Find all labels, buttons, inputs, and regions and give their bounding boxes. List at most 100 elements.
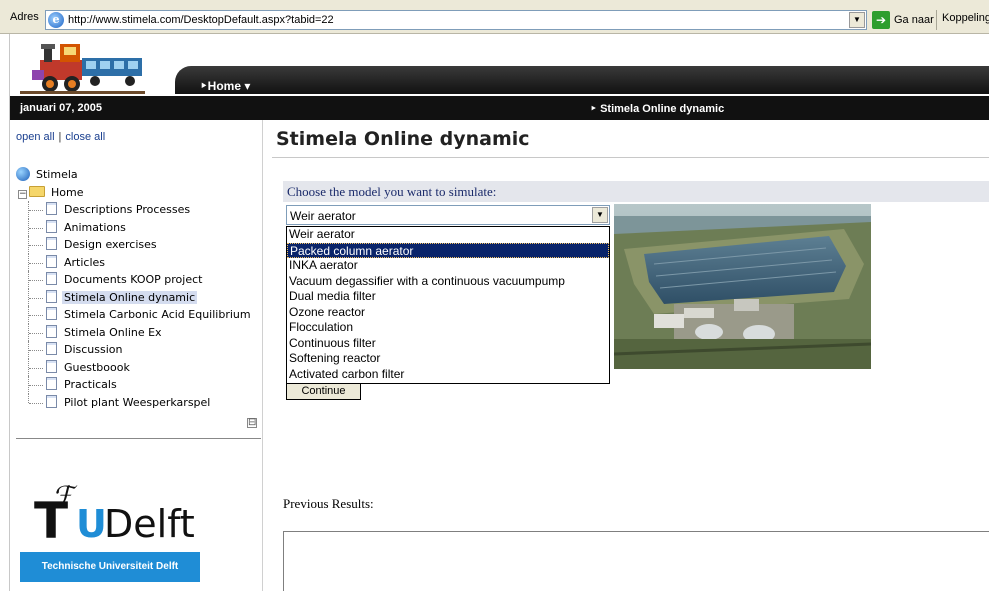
model-select[interactable]: Weir aerator ▼ — [286, 205, 610, 225]
breadcrumb[interactable]: ‣ Stimela Online dynamic — [590, 102, 724, 115]
go-button[interactable]: ➔ Ga naar — [872, 11, 934, 29]
tree-connector-branch — [29, 227, 43, 229]
tree-connector-branch — [29, 315, 43, 316]
close-all-link[interactable]: close all — [65, 131, 105, 143]
tree-connector-branch — [29, 245, 43, 246]
current-date: januari 07, 2005 — [20, 102, 102, 114]
tree-connector-branch — [29, 210, 43, 211]
address-url[interactable]: http://www.stimela.com/DesktopDefault.as… — [68, 14, 334, 26]
sidebar-item[interactable]: Pilot plant Weesperkarspel — [16, 393, 266, 412]
sidebar-item-label: Stimela Online Ex — [64, 325, 162, 339]
separator: | — [58, 131, 62, 143]
sidebar-item-label: Discussion — [64, 343, 123, 356]
sidebar-item[interactable]: Stimela Carbonic Acid Equilibrium — [16, 306, 266, 324]
go-label: Ga naar — [894, 14, 934, 26]
folder-open-icon — [29, 185, 45, 197]
tree-connector-line — [28, 393, 29, 403]
model-option[interactable]: Packed column aerator — [287, 242, 609, 258]
logo-letter-u: U — [76, 502, 107, 546]
logo-letter-t: T — [34, 492, 69, 550]
sidebar-item-label: Documents KOOP project — [64, 273, 203, 286]
model-option[interactable]: Activated carbon filter — [287, 367, 609, 383]
sidebar-item[interactable]: Articles — [16, 253, 266, 271]
document-icon — [46, 237, 57, 250]
model-dropdown-list: Weir aerator Packed column aerator INKA ae… — [286, 226, 610, 384]
tree-connector-branch — [29, 402, 43, 404]
go-arrow-icon: ➔ — [872, 11, 890, 29]
previous-results-label: Previous Results: — [283, 496, 374, 511]
ie-page-icon: e — [48, 12, 64, 28]
site-banner: ‣Home ▾ — [10, 34, 989, 96]
logo-delft: Delft — [104, 502, 195, 546]
sidebar-item[interactable]: Stimela Online Ex — [16, 323, 266, 341]
address-input[interactable]: e http://www.stimela.com/DesktopDefault.… — [45, 10, 867, 30]
continue-button[interactable]: Continue — [286, 383, 361, 400]
treatment-plant-photo — [614, 204, 871, 369]
site-tree: Stimela − Home Descriptions Processes Anim… — [16, 166, 266, 411]
model-option[interactable]: Continuous filter — [287, 336, 609, 352]
document-icon — [46, 307, 57, 320]
sidebar-item[interactable]: Guestboook — [16, 358, 266, 376]
previous-results-box — [283, 531, 989, 591]
tree-children: Descriptions Processes Animations Design e… — [16, 201, 266, 411]
document-icon — [46, 342, 57, 355]
sidebar-item[interactable]: Stimela Online dynamic — [16, 288, 266, 306]
tree-connector-branch — [29, 297, 43, 299]
model-option[interactable]: Flocculation — [287, 320, 609, 336]
open-all-link[interactable]: open all — [16, 131, 55, 143]
tree-item-label: Home — [51, 185, 84, 199]
model-select-value: Weir aerator — [290, 209, 356, 223]
choose-model-label: Choose the model you want to simulate: — [287, 184, 497, 199]
model-option[interactable]: Weir aerator — [287, 227, 609, 243]
chevron-down-icon[interactable]: ▼ — [592, 207, 608, 223]
document-icon — [46, 394, 57, 408]
tree-item-home[interactable]: − Home — [16, 184, 266, 202]
sidebar-item-label: Animations — [64, 220, 126, 234]
model-option[interactable]: Ozone reactor — [287, 305, 609, 321]
sidebar-item[interactable]: Descriptions Processes — [16, 201, 266, 219]
sidebar-item-label: Stimela Carbonic Acid Equilibrium — [64, 308, 251, 321]
document-icon — [46, 254, 57, 268]
choose-model-bar: Choose the model you want to simulate: — [283, 181, 989, 202]
model-option[interactable]: INKA aerator — [287, 258, 609, 274]
sidebar-item[interactable]: Discussion — [16, 341, 266, 359]
sidebar-item-label: Guestboook — [64, 360, 130, 374]
address-dropdown-icon[interactable]: ▼ — [849, 12, 865, 28]
sidebar: open all | close all Stimela − Home Descrip… — [10, 120, 265, 591]
sidebar-divider — [16, 438, 261, 439]
sidebar-item-label: Articles — [64, 255, 106, 269]
links-button[interactable]: Koppelingen — [942, 12, 989, 24]
globe-icon — [16, 167, 30, 181]
tree-connector-branch — [29, 332, 43, 334]
tree-connector-branch — [29, 367, 43, 369]
sidebar-item-label: Stimela Online dynamic — [62, 290, 198, 304]
tree-connector-branch — [29, 385, 43, 386]
address-label: Adres — [10, 11, 39, 23]
sidebar-border — [262, 120, 263, 591]
sidebar-item-label: Descriptions Processes — [64, 203, 191, 216]
sidebar-item[interactable]: Practicals — [16, 376, 266, 394]
model-option[interactable]: Vacuum degassifier with a continuous vac… — [287, 274, 609, 290]
document-icon — [46, 377, 57, 390]
tree-toggle-links: open all | close all — [16, 131, 105, 143]
model-option[interactable]: Softening reactor — [287, 351, 609, 367]
address-bar: Adres e http://www.stimela.com/DesktopDe… — [0, 0, 989, 34]
collapse-node-icon[interactable]: − — [18, 189, 27, 199]
date-bar: januari 07, 2005 ‣ Stimela Online dynami… — [10, 96, 989, 120]
tree-root[interactable]: Stimela — [16, 166, 266, 184]
document-icon — [46, 289, 57, 303]
sidebar-item[interactable]: Animations — [16, 218, 266, 236]
document-icon — [46, 324, 57, 338]
home-menu[interactable]: ‣Home ▾ — [200, 79, 250, 93]
model-option[interactable]: Dual media filter — [287, 289, 609, 305]
sidebar-item[interactable]: Documents KOOP project — [16, 271, 266, 289]
sidebar-item[interactable]: Design exercises — [16, 236, 266, 254]
toolbar-separator — [936, 10, 937, 30]
sidebar-item-label: Pilot plant Weesperkarspel — [64, 395, 211, 409]
tu-delft-banner: Technische Universiteit Delft — [20, 552, 200, 582]
document-icon — [46, 202, 57, 215]
tree-connector-branch — [29, 262, 43, 264]
train-logo-icon — [20, 38, 145, 96]
banner-menu-bar — [175, 66, 989, 94]
collapse-panel-icon[interactable]: ⊟ — [247, 418, 257, 428]
